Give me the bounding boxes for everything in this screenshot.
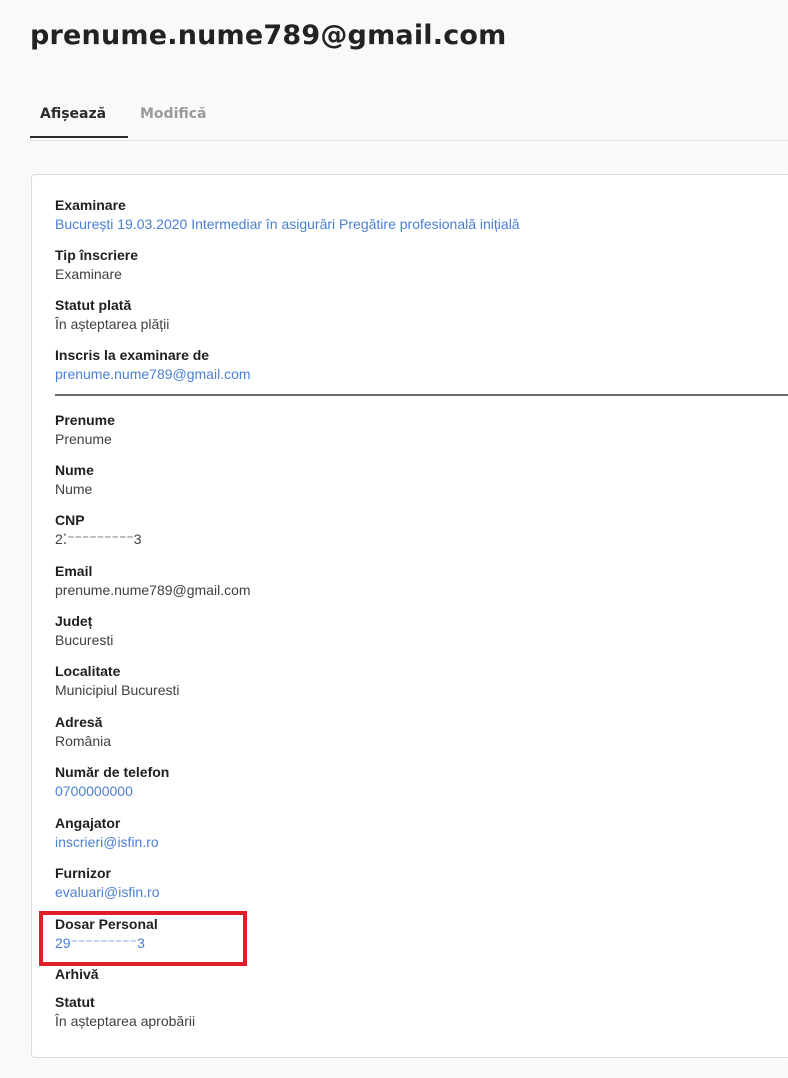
localitate-label: Localitate [55,663,121,679]
field-statut-plata: Statut plată În așteptarea plății [55,297,755,333]
statut-plata-label: Statut plată [55,297,132,313]
furnizor-link[interactable]: evaluari@isfin.ro [55,883,755,901]
statut-label: Statut [55,994,95,1010]
examinare-link[interactable]: București 19.03.2020 Intermediar în asig… [55,215,755,233]
cnp-label: CNP [55,512,85,528]
page-title: prenume.nume789@gmail.com [30,20,507,51]
statut-plata-value: În așteptarea plății [55,316,170,332]
field-judet: Județ Bucuresti [55,613,755,649]
tab-afiseaza[interactable]: Afișează [30,106,128,138]
statut-value: În așteptarea aprobării [55,1013,196,1029]
details-card: Examinare București 19.03.2020 Intermedi… [31,174,788,1058]
inscris-de-link[interactable]: prenume.nume789@gmail.com [55,365,755,383]
tip-inscriere-label: Tip înscriere [55,247,139,263]
dosar-personal-label: Dosar Personal [55,916,158,932]
adresa-value: România [55,733,112,749]
judet-value: Bucuresti [55,632,114,648]
prenume-label: Prenume [55,412,115,428]
field-arhiva: Arhivă [55,966,755,983]
field-angajator: Angajator inscrieri@isfin.ro [55,815,755,851]
field-tip-inscriere: Tip înscriere Examinare [55,247,755,283]
field-telefon: Număr de telefon 0700000000 [55,764,755,800]
examinare-label: Examinare [55,197,126,213]
field-furnizor: Furnizor evaluari@isfin.ro [55,865,755,901]
judet-label: Județ [55,613,93,629]
field-adresa: Adresă România [55,714,755,750]
localitate-value: Municipiul Bucuresti [55,682,180,698]
tab-bar: Afișează Modifică [30,98,788,141]
telefon-link[interactable]: 0700000000 [55,782,755,800]
furnizor-label: Furnizor [55,865,111,881]
angajator-label: Angajator [55,815,121,831]
nume-label: Nume [55,462,94,478]
prenume-value: Prenume [55,431,112,447]
field-localitate: Localitate Municipiul Bucuresti [55,663,755,699]
field-statut: Statut În așteptarea aprobării [55,994,755,1030]
angajator-link[interactable]: inscrieri@isfin.ro [55,833,755,851]
inscris-de-label: Inscris la examinare de [55,347,210,363]
adresa-label: Adresă [55,714,103,730]
field-cnp: CNP 2⁚⁻⁻⁻⁻⁻⁻⁻⁻⁻3 [55,512,755,548]
field-examinare: Examinare București 19.03.2020 Intermedi… [55,197,755,233]
arhiva-label: Arhivă [55,966,99,982]
tip-inscriere-value: Examinare [55,266,122,282]
field-nume: Nume Nume [55,462,755,498]
cnp-value: 2⁚⁻⁻⁻⁻⁻⁻⁻⁻⁻3 [55,531,142,547]
nume-value: Nume [55,481,93,497]
telefon-label: Număr de telefon [55,764,170,780]
field-dosar-personal: Dosar Personal 29⁻⁻⁻⁻⁻⁻⁻⁻⁻3 [55,916,755,952]
field-inscris-de: Inscris la examinare de prenume.nume789@… [55,347,755,383]
section-divider [55,394,788,396]
dosar-personal-link[interactable]: 29⁻⁻⁻⁻⁻⁻⁻⁻⁻3 [55,934,755,952]
field-email: Email prenume.nume789@gmail.com [55,563,755,599]
field-prenume: Prenume Prenume [55,412,755,448]
email-label: Email [55,563,93,579]
page: prenume.nume789@gmail.com Afișează Modif… [0,0,788,1078]
tab-modifica[interactable]: Modifică [140,106,207,136]
email-value: prenume.nume789@gmail.com [55,582,251,598]
